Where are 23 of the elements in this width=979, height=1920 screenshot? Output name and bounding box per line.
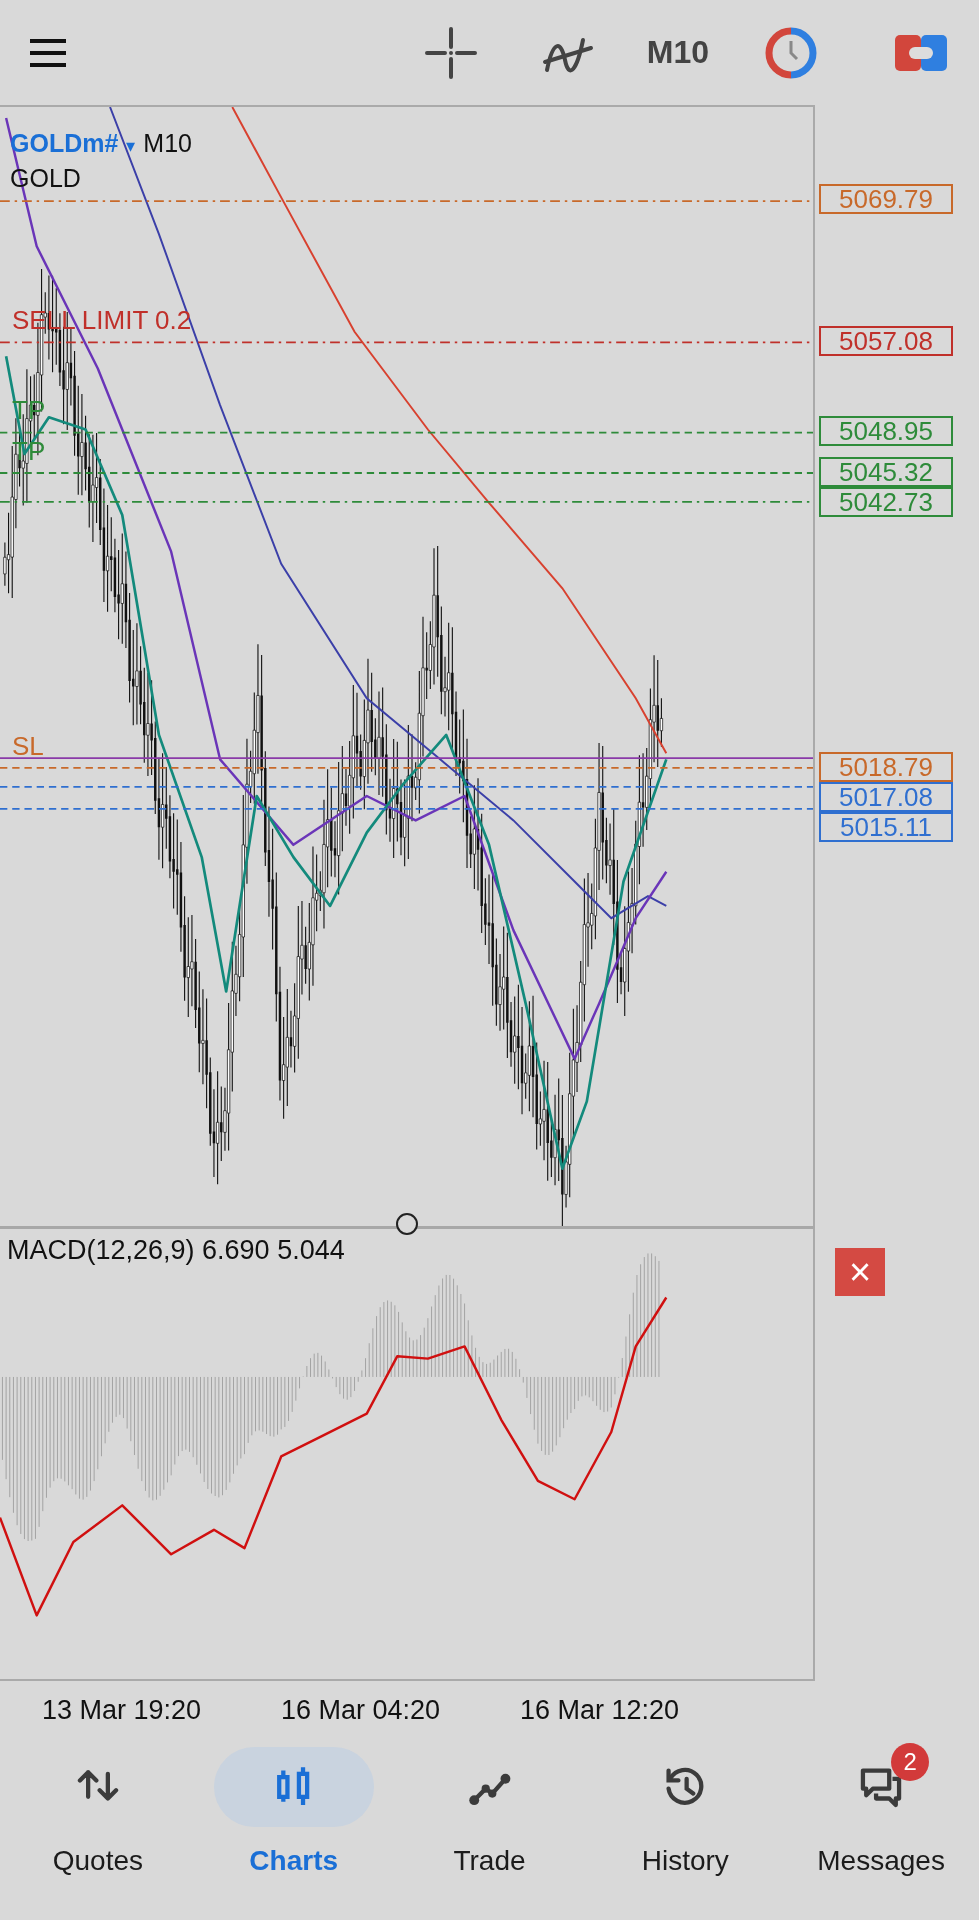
nav-tab[interactable]: Quotes — [0, 1747, 196, 1920]
price-label: 5042.73 — [819, 486, 953, 517]
timeframe-button[interactable]: M10 — [640, 33, 715, 72]
time-label: 16 Mar 12:20 — [520, 1695, 680, 1726]
notification-badge: 2 — [891, 1743, 930, 1781]
price-label: 5018.79 — [819, 752, 953, 783]
nav-tab[interactable]: Trade — [391, 1747, 588, 1920]
price-label: 5048.95 — [819, 416, 953, 447]
order-level-label: SL — [12, 731, 44, 763]
close-button[interactable]: × — [835, 1248, 885, 1296]
price-label: 5069.79 — [819, 184, 953, 215]
macd-label: MACD(12,26,9) 6.690 5.044 — [7, 1235, 345, 1266]
divider-handle[interactable] — [396, 1213, 418, 1235]
price-label: 5045.32 — [819, 456, 953, 487]
price-label: 5057.08 — [819, 325, 953, 356]
caret-icon[interactable]: ▾ — [126, 135, 136, 157]
nav-tab[interactable]: Charts — [195, 1747, 392, 1920]
price-label: 5015.11 — [819, 812, 953, 843]
time-label: 16 Mar 04:20 — [281, 1695, 441, 1726]
price-label: 5017.08 — [819, 782, 953, 813]
timeframe-label: M10 — [143, 129, 192, 158]
time-label: 13 Mar 19:20 — [42, 1695, 202, 1726]
nav-tab[interactable]: History — [587, 1747, 784, 1920]
